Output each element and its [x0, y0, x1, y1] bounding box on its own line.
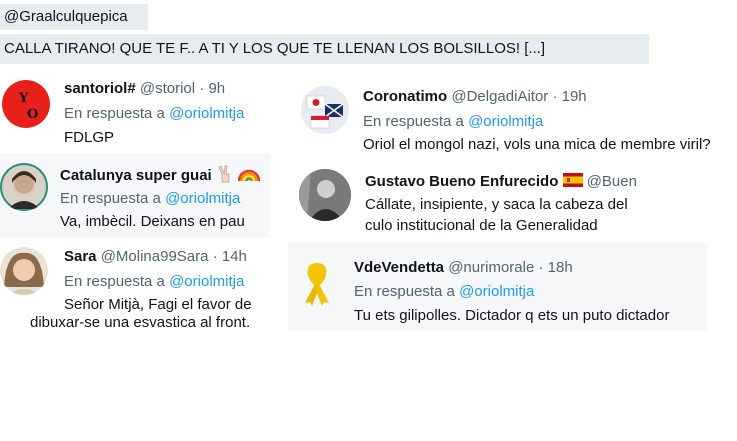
reply-text-line-2: dibuxar-se una esvastica al front.: [30, 314, 251, 331]
display-name[interactable]: Sara: [64, 248, 97, 265]
avatar-photo-icon: [299, 169, 351, 221]
avatar-logo-icon: Y O: [18, 91, 38, 122]
rainbow-icon: [237, 165, 261, 187]
reply-context: En respuesta a @oriolmitja: [64, 105, 244, 122]
reply-header: VdeVendetta @nurimorale · 18h: [354, 259, 573, 276]
svg-text:Y: Y: [18, 91, 29, 106]
avatar[interactable]: [0, 163, 48, 211]
avatar[interactable]: [299, 169, 351, 221]
timestamp[interactable]: · 14h: [213, 248, 247, 265]
victory-hand-icon: [216, 165, 234, 187]
reply-prefix: En respuesta a: [363, 113, 464, 130]
reply-card-catalunya[interactable]: Catalunya super guai En respuesta a @ori…: [0, 153, 270, 237]
display-name[interactable]: Gustavo Bueno Enfurecido: [365, 173, 558, 190]
reply-prefix: En respuesta a: [60, 190, 161, 207]
mention-link[interactable]: @oriolmitja: [165, 190, 240, 207]
avatar[interactable]: [292, 257, 342, 307]
reply-header: Sara @Molina99Sara · 14h: [64, 248, 247, 265]
reply-text-line-1: Señor Mitjà, Fagi el favor de: [64, 296, 252, 313]
reply-card-gustavo[interactable]: Gustavo Bueno Enfurecido @Buen Cállate, …: [295, 165, 737, 237]
display-name[interactable]: Coronatimo: [363, 88, 447, 105]
avatar[interactable]: [301, 86, 349, 134]
avatar[interactable]: Y O: [2, 80, 50, 128]
user-handle[interactable]: @nurimorale: [448, 259, 534, 276]
reply-card-vdevendetta[interactable]: VdeVendetta @nurimorale · 18h En respues…: [288, 243, 707, 331]
reply-header: Coronatimo @DelgadiAitor · 19h: [363, 88, 587, 105]
reply-prefix: En respuesta a: [64, 105, 165, 122]
reply-header: Gustavo Bueno Enfurecido @Buen: [365, 173, 637, 191]
user-handle[interactable]: @Molina99Sara: [101, 248, 209, 265]
reply-context: En respuesta a @oriolmitja: [64, 273, 244, 290]
reply-text: Va, imbècil. Deixans en pau: [60, 213, 245, 230]
avatar[interactable]: [0, 247, 48, 295]
quoted-handle: @Graalculquepica: [0, 4, 148, 30]
reply-text: Tu ets gilipolles. Dictador q ets un put…: [354, 307, 670, 324]
display-name[interactable]: Catalunya super guai: [60, 167, 212, 184]
reply-prefix: En respuesta a: [354, 283, 455, 300]
avatar-photo-icon: [2, 165, 46, 209]
mention-link[interactable]: @oriolmitja: [169, 105, 244, 122]
timestamp[interactable]: · 19h: [552, 88, 586, 105]
reply-context: En respuesta a @oriolmitja: [354, 283, 534, 300]
timestamp[interactable]: · 18h: [538, 259, 572, 276]
user-handle[interactable]: @DelgadiAitor: [451, 88, 548, 105]
display-name[interactable]: santoriol#: [64, 80, 136, 97]
reply-text: FDLGP: [64, 129, 115, 146]
user-handle[interactable]: @Buen: [587, 173, 637, 190]
svg-text:O: O: [27, 107, 38, 122]
reply-card-coronatimo[interactable]: Coronatimo @DelgadiAitor · 19h En respue…: [295, 78, 737, 158]
mention-link[interactable]: @oriolmitja: [169, 273, 244, 290]
reply-card-santoriol[interactable]: Y O santoriol# @storiol · 9h En respuest…: [0, 72, 270, 150]
reply-text: Oriol el mongol nazi, vols una mica de m…: [363, 136, 711, 153]
mention-link[interactable]: @oriolmitja: [468, 113, 543, 130]
reply-header: Catalunya super guai: [60, 165, 261, 187]
avatar-flags-icon: [301, 86, 349, 134]
reply-text-line-2: culo institucional de la Generalidad: [365, 217, 598, 234]
quoted-tweet-text: CALLA TIRANO! QUE TE F.. A TI Y LOS QUE …: [0, 34, 649, 64]
reply-card-sara[interactable]: Sara @Molina99Sara · 14h En respuesta a …: [0, 243, 275, 335]
reply-prefix: En respuesta a: [64, 273, 165, 290]
spain-flag-icon: [562, 173, 583, 191]
reply-context: En respuesta a @oriolmitja: [363, 113, 543, 130]
reply-header: santoriol# @storiol · 9h: [64, 80, 225, 97]
reply-context: En respuesta a @oriolmitja: [60, 190, 240, 207]
mention-link[interactable]: @oriolmitja: [459, 283, 534, 300]
yellow-ribbon-icon: [305, 263, 329, 306]
avatar-photo-icon: [4, 252, 44, 295]
user-handle[interactable]: @storiol: [140, 80, 195, 97]
reply-text-line-1: Cállate, insipiente, y saca la cabeza de…: [365, 196, 628, 213]
display-name[interactable]: VdeVendetta: [354, 259, 444, 276]
timestamp[interactable]: · 9h: [199, 80, 225, 97]
